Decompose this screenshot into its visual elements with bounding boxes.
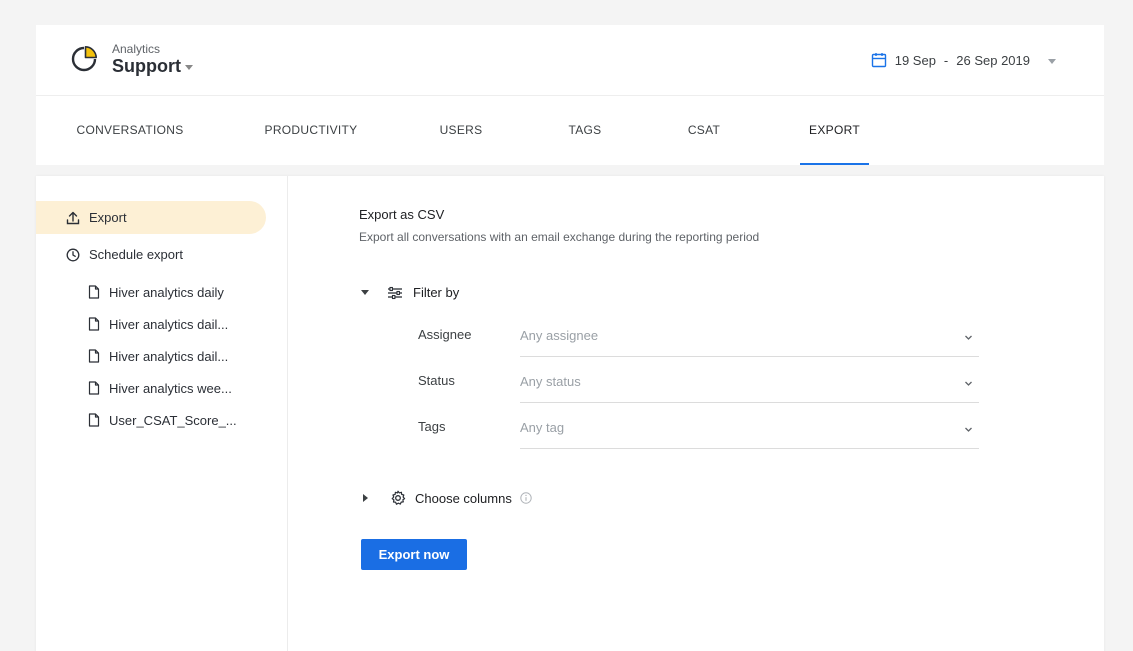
assignee-select[interactable]: Any assignee — [520, 322, 979, 357]
tab-conversations[interactable]: CONVERSATIONS — [72, 96, 188, 165]
sidebar-item-label: Export — [89, 210, 127, 225]
caret-down-icon — [361, 290, 369, 295]
tags-placeholder: Any tag — [520, 420, 565, 435]
choose-columns-toggle[interactable]: Choose columns — [363, 490, 532, 506]
status-select[interactable]: Any status — [520, 368, 979, 403]
chevron-down-icon — [965, 381, 972, 386]
date-range-end: 26 Sep 2019 — [956, 52, 1030, 68]
tab-bar: CONVERSATIONS PRODUCTIVITY USERS TAGS CS… — [36, 96, 1104, 165]
file-icon — [88, 381, 100, 395]
chevron-down-icon — [965, 335, 972, 340]
tags-select[interactable]: Any tag — [520, 414, 979, 449]
assignee-placeholder: Any assignee — [520, 328, 599, 343]
scheduled-export-label: Hiver analytics dail... — [109, 348, 229, 364]
date-range-start: 19 Sep — [894, 52, 936, 68]
scheduled-export-item[interactable]: Hiver analytics dail... — [36, 311, 266, 337]
scheduled-export-item[interactable]: Hiver analytics dail... — [36, 343, 266, 369]
header-card: Analytics Support 19 Sep - 26 Sep 2019 C… — [36, 25, 1104, 165]
caret-right-icon — [363, 494, 368, 502]
file-icon — [88, 349, 100, 363]
chevron-down-icon — [1048, 58, 1056, 64]
export-now-button[interactable]: Export now — [361, 539, 467, 570]
scheduled-export-label: Hiver analytics wee... — [109, 380, 232, 396]
file-icon — [88, 285, 100, 299]
page-description: Export all conversations with an email e… — [359, 230, 760, 244]
app-title: Support — [112, 56, 181, 76]
sidebar-item-label: Schedule export — [89, 247, 183, 262]
tags-label: Tags — [418, 419, 446, 434]
tab-export[interactable]: EXPORT — [800, 96, 869, 165]
file-icon — [88, 413, 100, 427]
gear-icon — [391, 490, 406, 505]
scheduled-export-label: Hiver analytics daily — [109, 284, 224, 300]
date-range-picker[interactable]: 19 Sep - 26 Sep 2019 — [871, 52, 1056, 68]
app-switcher-caret-icon[interactable] — [185, 64, 193, 70]
tab-tags[interactable]: TAGS — [561, 96, 609, 165]
tab-users[interactable]: USERS — [434, 96, 488, 165]
sidebar-item-schedule-export[interactable]: Schedule export — [36, 238, 266, 271]
info-icon[interactable] — [520, 492, 532, 504]
status-label: Status — [418, 373, 455, 388]
sidebar: Export Schedule export Hiver analytics d… — [36, 176, 288, 651]
filter-by-label: Filter by — [413, 285, 460, 300]
sidebar-item-export[interactable]: Export — [36, 201, 266, 234]
file-icon — [88, 317, 100, 331]
status-placeholder: Any status — [520, 374, 581, 389]
clock-icon — [66, 248, 80, 261]
scheduled-export-item[interactable]: Hiver analytics daily — [36, 279, 266, 305]
upload-icon — [66, 211, 80, 224]
scheduled-export-item[interactable]: User_CSAT_Score_... — [36, 407, 266, 433]
tab-csat[interactable]: CSAT — [681, 96, 727, 165]
calendar-icon — [871, 53, 886, 68]
scheduled-export-label: User_CSAT_Score_... — [109, 412, 237, 428]
app-brand[interactable]: Analytics Support — [70, 42, 193, 76]
sliders-icon — [388, 286, 402, 299]
scheduled-export-item[interactable]: Hiver analytics wee... — [36, 375, 266, 401]
date-range-separator: - — [943, 52, 949, 68]
page-title: Export as CSV — [359, 207, 445, 222]
scheduled-export-label: Hiver analytics dail... — [109, 316, 229, 332]
pie-chart-icon — [71, 46, 97, 72]
filter-by-toggle[interactable]: Filter by — [361, 285, 459, 300]
choose-columns-label: Choose columns — [415, 490, 512, 506]
main-card: Export Schedule export Hiver analytics d… — [36, 176, 1104, 651]
chevron-down-icon — [965, 427, 972, 432]
assignee-label: Assignee — [418, 327, 472, 342]
tab-productivity[interactable]: PRODUCTIVITY — [259, 96, 363, 165]
app-subtitle: Analytics — [112, 42, 161, 56]
